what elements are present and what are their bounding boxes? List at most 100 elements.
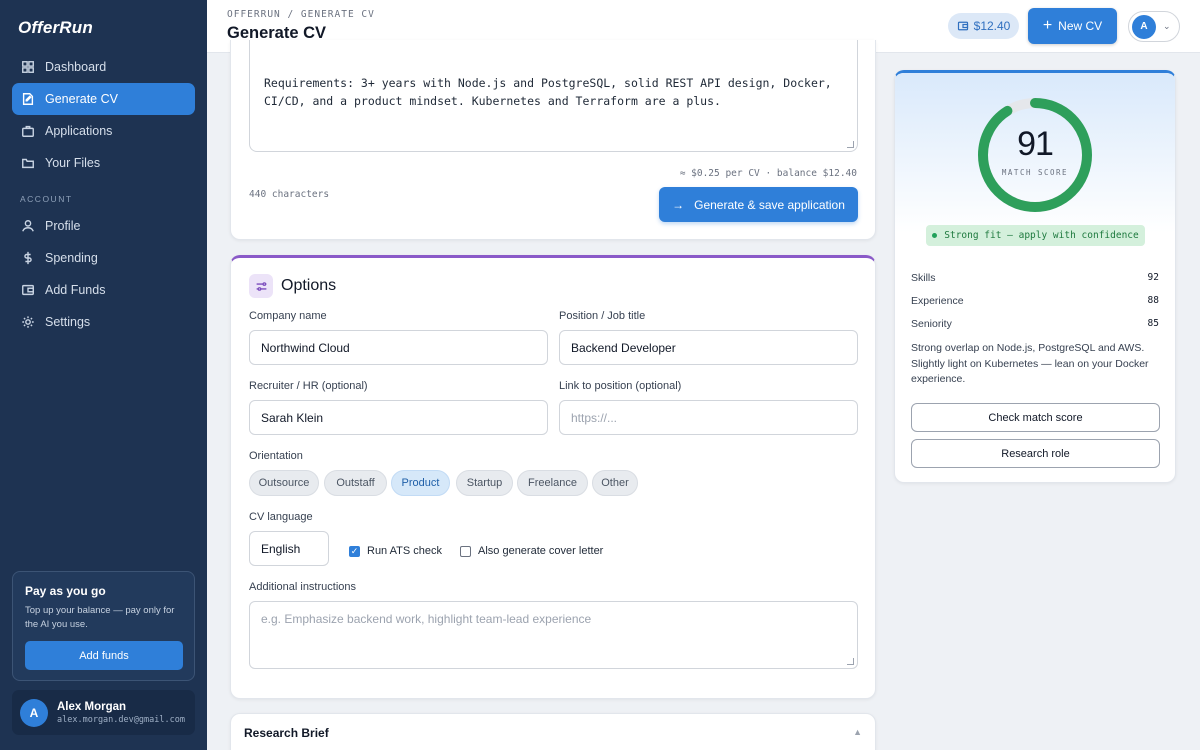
- match-note: Strong overlap on Node.js, PostgreSQL an…: [911, 342, 1149, 385]
- job-description-card: Requirements: 3+ years with Node.js and …: [230, 40, 876, 240]
- orientation-chip-outstaff[interactable]: Outstaff: [324, 470, 387, 496]
- sidebar-item-label: Spending: [45, 251, 98, 265]
- metric-row-skills: Skills 92: [911, 272, 1159, 284]
- balance-badge[interactable]: $12.40: [948, 13, 1019, 39]
- instructions-textarea[interactable]: e.g. Emphasize backend work, highlight t…: [249, 601, 858, 669]
- promo-text: Top up your balance — pay only for the A…: [25, 605, 175, 630]
- metric-value: 88: [1147, 295, 1159, 306]
- match-score-card: 91 MATCH SCORE Strong fit — apply with c…: [894, 70, 1176, 483]
- metric-value: 85: [1147, 318, 1159, 329]
- promo-title: Pay as you go: [25, 584, 106, 598]
- options-card: Options Company name Northwind Cloud Pos…: [230, 255, 876, 699]
- orientation-chip-product[interactable]: Product: [391, 470, 450, 496]
- arrow-right-icon: →: [672, 197, 685, 212]
- cost-note: ≈ $0.25 per CV · balance $12.40: [679, 168, 857, 179]
- sidebar-item-label: Settings: [45, 315, 91, 329]
- sidebar-item-profile[interactable]: Profile: [12, 210, 195, 242]
- add-funds-button[interactable]: Add funds: [25, 641, 183, 670]
- character-count: 440 characters: [249, 189, 330, 200]
- user-profile[interactable]: A Alex Morgan alex.morgan.dev@gmail.com: [12, 690, 195, 735]
- metric-name: Skills: [911, 272, 936, 284]
- sidebar-item-add-funds[interactable]: Add Funds: [12, 274, 195, 306]
- options-title: Options: [281, 277, 337, 294]
- sidebar-item-label: Generate CV: [45, 92, 118, 106]
- checkbox-box: [460, 545, 471, 557]
- resize-handle[interactable]: [847, 141, 854, 148]
- metric-row-experience: Experience 88: [911, 295, 1159, 307]
- recruiter-label: Recruiter / HR (optional): [249, 380, 368, 392]
- check-match-score-button[interactable]: Check match score: [911, 403, 1160, 432]
- orientation-chip-outsource[interactable]: Outsource: [249, 470, 319, 496]
- folder-icon: [22, 158, 34, 169]
- instructions-placeholder: e.g. Emphasize backend work, highlight t…: [261, 612, 592, 626]
- sidebar-item-label: Your Files: [45, 156, 101, 170]
- job-description-textarea[interactable]: Requirements: 3+ years with Node.js and …: [249, 40, 858, 152]
- ats-check-label: Run ATS check: [367, 545, 442, 557]
- account-section-label: ACCOUNT: [20, 194, 73, 204]
- chevron-down-icon: ⌄: [1163, 21, 1171, 31]
- ats-check-checkbox[interactable]: ✓ Run ATS check: [349, 545, 442, 557]
- sidebar-item-label: Dashboard: [45, 60, 107, 74]
- breadcrumb: OFFERRUN / GENERATE CV: [227, 9, 375, 20]
- generate-label: Generate & save application: [694, 197, 845, 212]
- sidebar-item-generate-cv[interactable]: Generate CV: [12, 83, 195, 115]
- document-edit-icon: [22, 93, 34, 105]
- account-menu[interactable]: A ⌄: [1128, 11, 1180, 42]
- new-cv-label: New CV: [1058, 19, 1103, 33]
- orientation-label: Orientation: [249, 450, 303, 462]
- research-role-button[interactable]: Research role: [911, 439, 1160, 468]
- new-cv-button[interactable]: + New CV: [1028, 8, 1117, 44]
- orientation-chip-startup[interactable]: Startup: [456, 470, 513, 496]
- user-email: alex.morgan.dev@gmail.com: [57, 714, 185, 725]
- cv-language-label: CV language: [249, 511, 313, 523]
- gear-icon: [22, 316, 34, 328]
- avatar: A: [20, 698, 48, 727]
- user-name: Alex Morgan: [57, 700, 127, 713]
- research-brief-title: Research Brief: [244, 726, 329, 740]
- position-input[interactable]: Backend Developer: [559, 330, 858, 365]
- sidebar-item-label: Add Funds: [45, 283, 106, 297]
- job-description-text: Requirements: 3+ years with Node.js and …: [264, 76, 832, 108]
- fit-badge: Strong fit — apply with confidence: [926, 225, 1145, 246]
- recruiter-input[interactable]: Sarah Klein: [249, 400, 548, 435]
- sidebar-item-applications[interactable]: Applications: [12, 115, 195, 147]
- collapse-icon[interactable]: ▲: [853, 727, 862, 737]
- cover-letter-checkbox[interactable]: Also generate cover letter: [460, 545, 603, 557]
- pay-as-you-go-card: Pay as you go Top up your balance — pay …: [12, 571, 195, 681]
- cv-language-select[interactable]: English: [249, 531, 329, 566]
- wallet-icon: [957, 21, 968, 31]
- match-score-label: MATCH SCORE: [1001, 168, 1069, 177]
- link-label: Link to position (optional): [559, 380, 682, 392]
- sliders-icon: [249, 274, 273, 298]
- sidebar-item-spending[interactable]: Spending: [12, 242, 195, 274]
- link-input[interactable]: https://...: [559, 400, 858, 435]
- match-score-value: 91: [1017, 125, 1054, 163]
- status-dot-icon: [932, 233, 938, 238]
- checkmark-icon: ✓: [349, 545, 360, 557]
- app-logo[interactable]: OfferRun: [18, 18, 93, 38]
- orientation-chip-freelance[interactable]: Freelance: [517, 470, 588, 496]
- sidebar-item-label: Applications: [45, 124, 113, 138]
- position-label: Position / Job title: [559, 310, 646, 322]
- dollar-icon: [24, 251, 32, 265]
- dashboard-icon: [22, 61, 34, 73]
- sidebar-item-label: Profile: [45, 219, 81, 233]
- plus-icon: +: [1042, 17, 1053, 34]
- resize-handle[interactable]: [847, 658, 854, 665]
- metric-value: 92: [1147, 272, 1159, 283]
- briefcase-icon: [22, 125, 34, 137]
- cover-letter-label: Also generate cover letter: [478, 545, 604, 557]
- user-icon: [22, 220, 34, 232]
- generate-save-button[interactable]: → Generate & save application: [659, 187, 858, 222]
- sidebar-item-your-files[interactable]: Your Files: [12, 147, 195, 179]
- research-brief-panel[interactable]: Research Brief ▲: [230, 713, 876, 750]
- company-label: Company name: [249, 310, 327, 322]
- company-input[interactable]: Northwind Cloud: [249, 330, 548, 365]
- sidebar-item-dashboard[interactable]: Dashboard: [12, 51, 195, 83]
- orientation-chip-other[interactable]: Other: [592, 470, 638, 496]
- balance-value: $12.40: [973, 19, 1011, 33]
- sidebar-item-settings[interactable]: Settings: [12, 306, 195, 338]
- wallet-icon: [22, 284, 34, 296]
- metric-name: Seniority: [911, 318, 952, 330]
- metric-name: Experience: [911, 295, 964, 307]
